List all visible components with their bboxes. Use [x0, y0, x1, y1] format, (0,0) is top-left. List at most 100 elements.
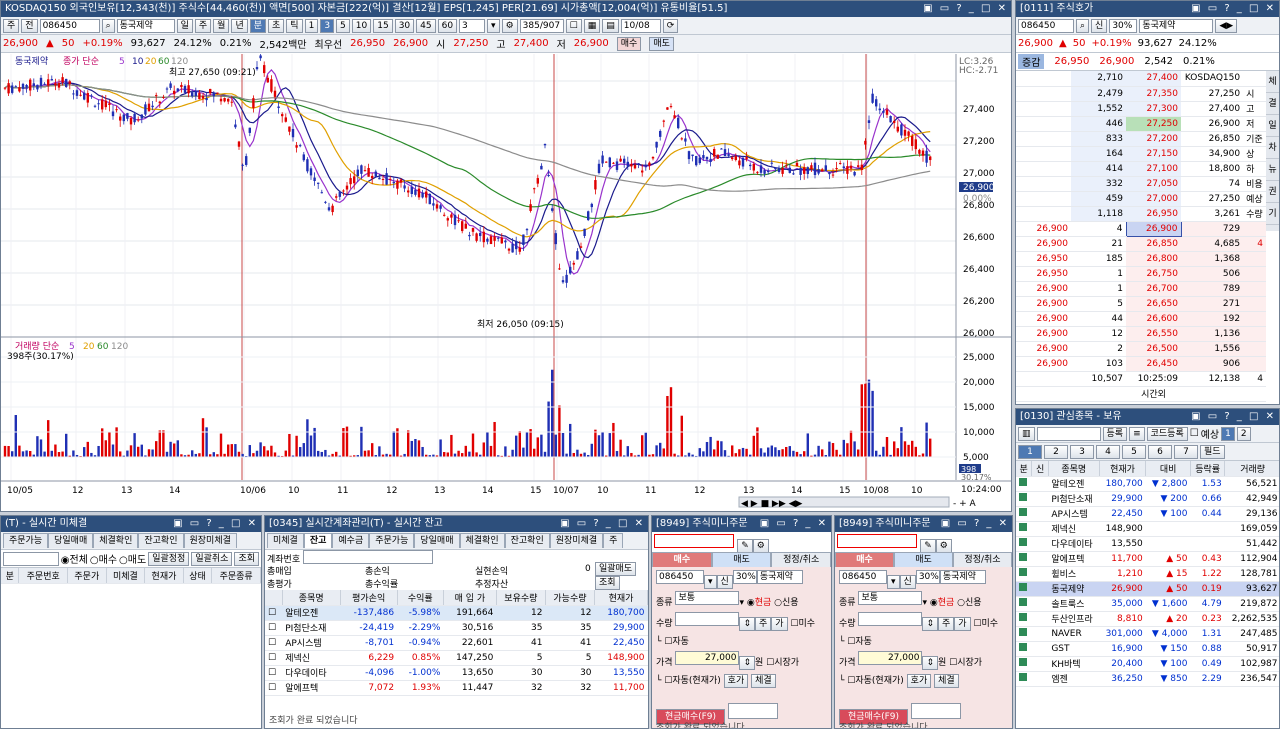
interval-60[interactable]: 60 [437, 18, 458, 33]
ask-row[interactable]: 164 27,150 34,900 상 [1016, 146, 1266, 162]
menu-icon[interactable]: ≡ [1129, 426, 1145, 441]
page-2[interactable]: 2 [1236, 426, 1251, 441]
stock-name[interactable]: GST [1048, 641, 1100, 657]
after-hours-label[interactable]: 시간외 [1126, 386, 1181, 402]
interval-10[interactable]: 10 [351, 18, 372, 33]
radio-buy[interactable]: ○매수 [90, 551, 117, 566]
bid-row[interactable]: 26,900 44 26,600 192 [1016, 311, 1266, 327]
bid-row[interactable]: 26,900 1 26,700 789 [1016, 281, 1266, 297]
bid-row[interactable]: 26,900 12 26,550 1,136 [1016, 326, 1266, 342]
unit-price-button[interactable]: 가 [771, 617, 788, 631]
order-code-input[interactable]: 086450 [839, 570, 887, 584]
stock-name[interactable]: AP시스템 [1048, 506, 1100, 522]
watchlist-col-header[interactable]: 거래량 [1224, 461, 1279, 477]
balance-col-header[interactable]: 현재가 [594, 590, 648, 606]
balance-tab[interactable]: 예수금 [332, 533, 370, 548]
interval-30[interactable]: 30 [394, 18, 415, 33]
watchlist-col-header[interactable]: 신 [1031, 461, 1049, 477]
fill-button[interactable]: 체결 [934, 674, 959, 688]
bid-price[interactable]: 26,850 [1126, 236, 1181, 252]
window-controls[interactable]: ▣ ▭ ? _ □ ✕ [1191, 1, 1276, 17]
scroll-controls-icon[interactable]: ◀ ▶ ■ ▶▶ ◀▶ [741, 499, 803, 509]
balance-col-header[interactable]: 매 입 가 [443, 590, 497, 606]
balance-col-header[interactable]: 보유수량 [496, 590, 546, 606]
prefix-btn-2[interactable]: 전 [21, 18, 38, 33]
interval-3[interactable]: 3 [320, 18, 335, 33]
watchlist-row[interactable]: 알테오젠 180,700 ▼ 2,800 1.53 56,521 [1016, 476, 1279, 492]
orderbook-side-tab[interactable]: 차 [1266, 137, 1279, 159]
balance-col-header[interactable]: 종목명 [282, 590, 341, 606]
misu-checkbox[interactable]: ☐ [790, 619, 798, 629]
bulk-cancel-button[interactable]: 일괄취소 [191, 551, 233, 566]
bid-row[interactable]: 26,900 21 26,850 4,685 4 [1016, 236, 1266, 252]
submit-aux-field[interactable] [911, 703, 962, 719]
period-year[interactable]: 년 [231, 18, 248, 33]
checkbox-icon[interactable]: ☐ [565, 18, 582, 33]
account-input[interactable] [837, 534, 917, 548]
search-icon[interactable]: ⌕ [101, 18, 115, 33]
submit-aux-field[interactable] [728, 703, 779, 719]
watchlist-col-header[interactable]: 대비 [1145, 461, 1191, 477]
hoga-button[interactable]: 호가 [906, 674, 932, 688]
query-button[interactable]: 조회 [234, 551, 259, 566]
unfilled-tab[interactable]: 체결확인 [93, 533, 139, 548]
stock-name[interactable]: 휠비스 [1048, 566, 1100, 582]
refresh-icon[interactable]: ⟳ [662, 18, 679, 33]
radio-all[interactable]: ◉전체 [61, 551, 88, 566]
unfilled-tab[interactable]: 주문가능 [3, 533, 49, 548]
watchlist-col-header[interactable]: 종목명 [1048, 461, 1100, 477]
watchlist-row[interactable]: PI첨단소재 29,900 ▼ 200 0.66 42,949 [1016, 491, 1279, 507]
bid-price[interactable]: 26,700 [1126, 281, 1181, 297]
balance-row[interactable]: ☐ PI첨단소재 -24,419 -2.29% 30,516 35 35 29,900 [265, 620, 648, 636]
row-checkbox[interactable]: ☐ [265, 650, 283, 666]
interval-1[interactable]: 1 [304, 18, 319, 33]
edit-icon[interactable]: ✎ [737, 539, 753, 553]
modify-cancel-tab[interactable]: 정정/취소 [953, 552, 1012, 567]
interval-15[interactable]: 15 [373, 18, 393, 33]
watchlist-page-tab[interactable]: 1 [1018, 444, 1042, 459]
cash-radio[interactable]: ◉ [747, 598, 755, 608]
ask-row[interactable]: 446 27,250 26,900 저 [1016, 116, 1266, 132]
bid-row[interactable]: 26,950 185 26,800 1,368 [1016, 251, 1266, 267]
misu-checkbox[interactable]: ☐ [973, 619, 981, 629]
unfilled-tab[interactable]: 당일매매 [48, 533, 94, 548]
interval-5[interactable]: 5 [336, 18, 350, 33]
bid-price[interactable]: 26,750 [1126, 266, 1181, 282]
order-stock-name[interactable]: 동국제약 [756, 570, 803, 584]
orderbook-code-input[interactable]: 086450 [1018, 18, 1074, 33]
ask-price[interactable]: 27,150 [1126, 146, 1181, 162]
modify-cancel-tab[interactable]: 정정/취소 [771, 552, 831, 567]
field-button[interactable]: 필드 [1200, 444, 1225, 459]
bid-row[interactable]: 26,900 2 26,500 1,556 [1016, 341, 1266, 357]
bid-row[interactable]: 26,900 4 26,900 729 [1016, 220, 1266, 237]
code-register-button[interactable]: 코드등록 [1146, 426, 1188, 441]
ask-price[interactable]: 27,050 [1126, 176, 1181, 192]
balance-col-header[interactable] [265, 590, 283, 606]
period-day[interactable]: 일 [176, 18, 193, 33]
period-month[interactable]: 월 [213, 18, 230, 33]
stock-name[interactable]: 알테오젠 [1048, 476, 1100, 492]
stock-name[interactable]: NAVER [1048, 626, 1100, 642]
account-input[interactable] [654, 534, 734, 548]
interval-45[interactable]: 45 [416, 18, 436, 33]
stock-name[interactable]: PI첨단소재 [1048, 491, 1100, 507]
window-controls[interactable]: ▣ ▭ ? _ □ ✕ [923, 1, 1008, 17]
group-select[interactable] [1036, 426, 1101, 441]
sell-tab[interactable]: 매도 [894, 552, 953, 567]
orderbook-side-tab[interactable]: 뉴 [1266, 159, 1279, 181]
search-icon[interactable]: ⌕ [1076, 18, 1090, 33]
settings-gear-icon[interactable]: ⚙ [501, 18, 518, 33]
stock-name[interactable]: 알에프텍 [1048, 551, 1100, 567]
balance-col-header[interactable]: 가능수량 [545, 590, 596, 606]
ask-price[interactable]: 27,400 [1126, 71, 1181, 87]
watchlist-page-tab[interactable]: 7 [1174, 444, 1198, 459]
credit-radio[interactable]: ○ [957, 598, 965, 608]
buy-tab[interactable]: 매수 [835, 552, 894, 567]
watchlist-row[interactable]: 동국제약 26,900 ▲ 50 0.19 93,627 [1016, 581, 1279, 597]
arrows-icon[interactable]: ◀▶ [1215, 18, 1238, 33]
sell-button[interactable]: 매도 [649, 36, 674, 51]
balance-tab[interactable]: 잔고 [303, 533, 333, 548]
balance-tab[interactable]: 주 [603, 533, 624, 548]
balance-tab[interactable]: 체결확인 [459, 533, 505, 548]
unit-shares-button[interactable]: 주 [937, 617, 955, 631]
